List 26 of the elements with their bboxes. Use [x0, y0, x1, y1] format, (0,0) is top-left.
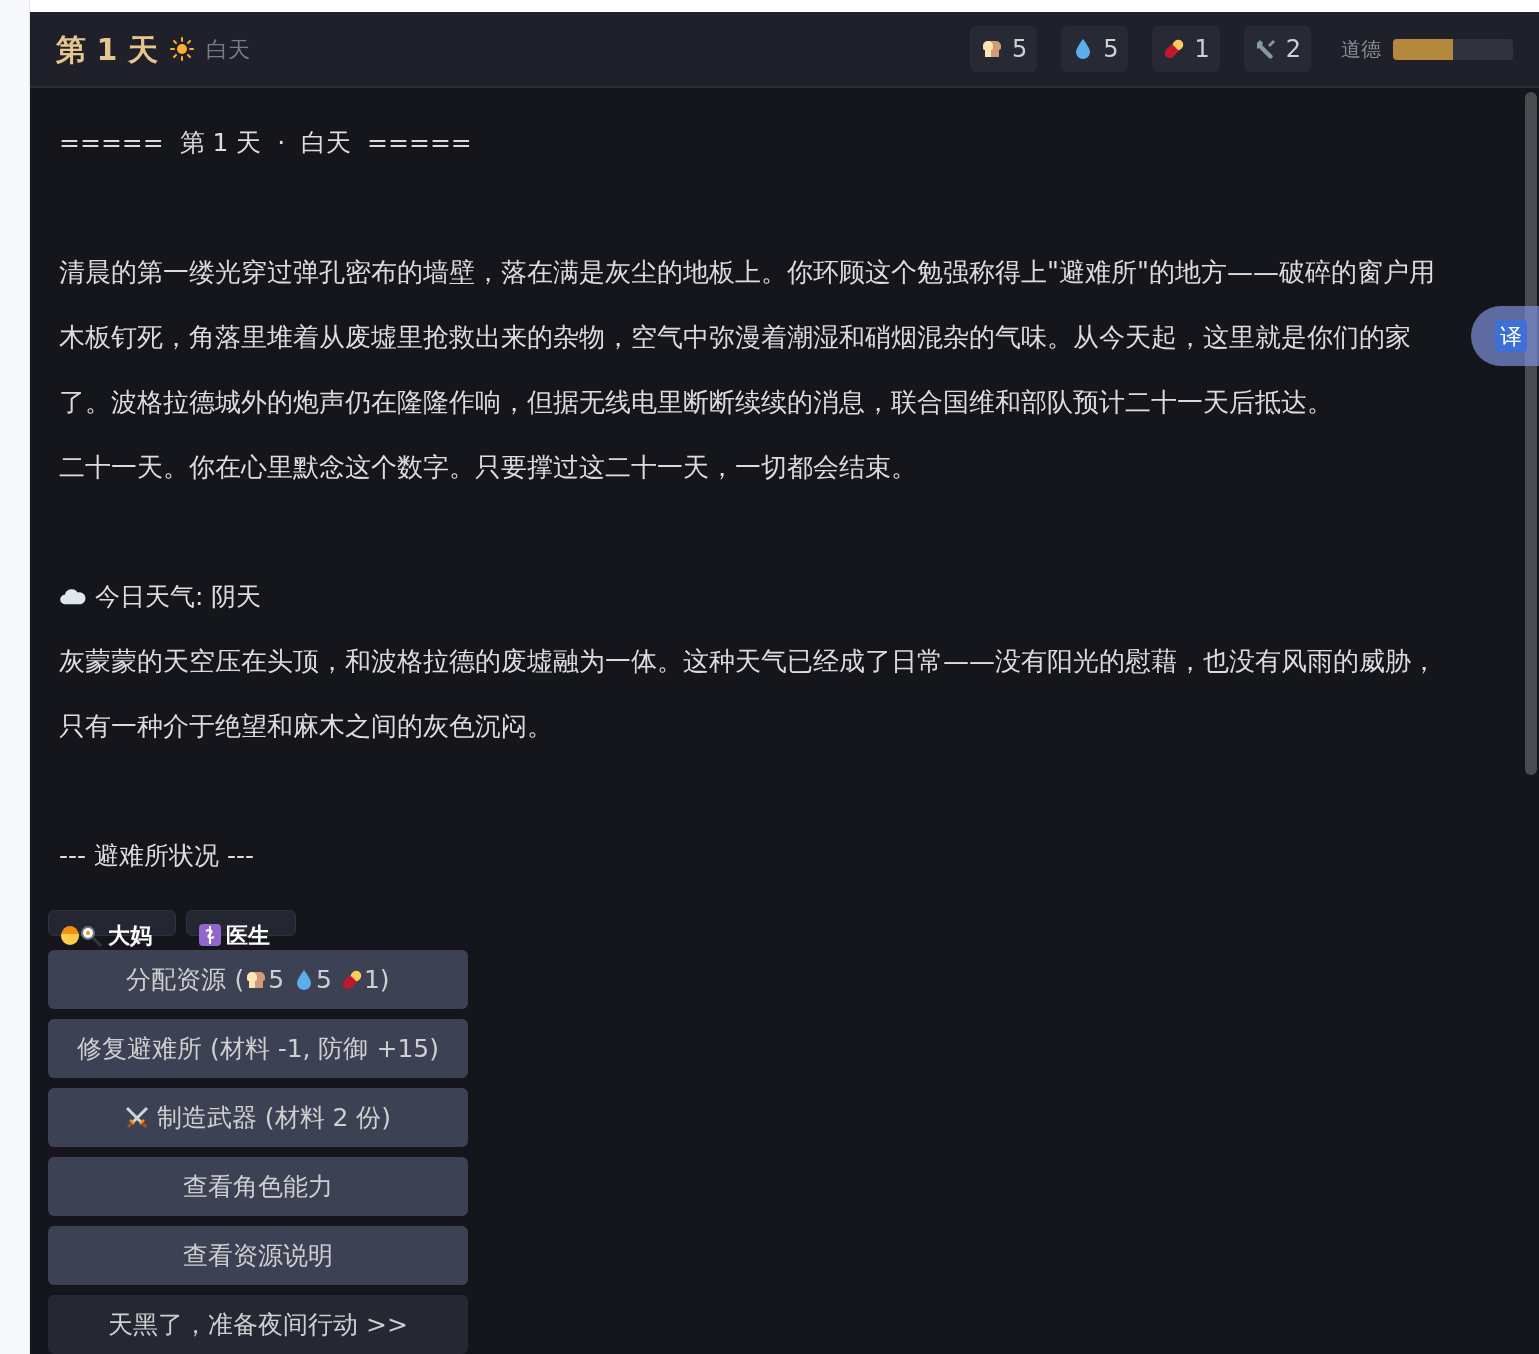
- action-button[interactable]: 查看资源说明: [48, 1226, 468, 1285]
- weather-line: 今日天气: 阴天: [95, 580, 262, 613]
- story-paragraph: 二十一天。你在心里默念这个数字。只要撑过这二十一天，一切都会结束。: [59, 450, 918, 484]
- action-button[interactable]: 天黑了，准备夜间行动 >>: [48, 1295, 468, 1354]
- resource-count: 2: [1285, 34, 1301, 65]
- phase-label: 白天: [205, 35, 250, 64]
- sun-icon: [169, 37, 194, 61]
- log-heading: --- 避难所状况 ---: [59, 840, 256, 872]
- resource-count: 5: [1103, 34, 1119, 65]
- story-paragraph: 灰蒙蒙的天空压在头顶，和波格拉德的废墟融为一体。这种天气已经成了日常——没有阳光的慰藉，也没有风雨的威胁，只有一种介于绝望和麻木之间的灰色沉闷。: [59, 644, 1438, 743]
- character-name: 大妈: [108, 921, 152, 950]
- resource-count: 1: [1194, 34, 1210, 65]
- character-name: 医生: [226, 921, 270, 950]
- action-button[interactable]: 修复避难所 (材料 -1, 防御 +15): [48, 1019, 468, 1078]
- resource-count: 5: [1011, 34, 1028, 65]
- action-button[interactable]: 查看角色能力: [48, 1157, 468, 1216]
- log-heading: ===== 第 1 天 · 白天 =====: [59, 127, 473, 159]
- action-button[interactable]: 制造武器 (材料 2 份): [48, 1088, 468, 1147]
- person-with-pan-icon: [60, 923, 104, 947]
- day-title: 第 1 天: [56, 30, 158, 69]
- crossed-swords-icon: [124, 1105, 149, 1130]
- story-paragraph: 清晨的第一缕光穿过弹孔密布的墙壁，落在满是灰尘的地板上。你环顾这个勉强称得上"避难所"的地方——破碎的窗户用木板钉死，角落里堆着从废墟里抢救出来的杂物，空气中弥漫着潮湿和硝烟混杂的气味。从今天起，这里就是你们的家了。波格拉德城外的炮声仍在隆隆作响，但据无线电里断断续续的消息，联合国维和部队预计二十一天后抵达。: [59, 255, 1436, 419]
- morale-label: 道德: [1341, 36, 1381, 63]
- action-button[interactable]: 分配资源 ( 5 5 1): [48, 950, 468, 1009]
- translate-button[interactable]: 译: [1471, 306, 1539, 366]
- medical-symbol-icon: [198, 923, 222, 947]
